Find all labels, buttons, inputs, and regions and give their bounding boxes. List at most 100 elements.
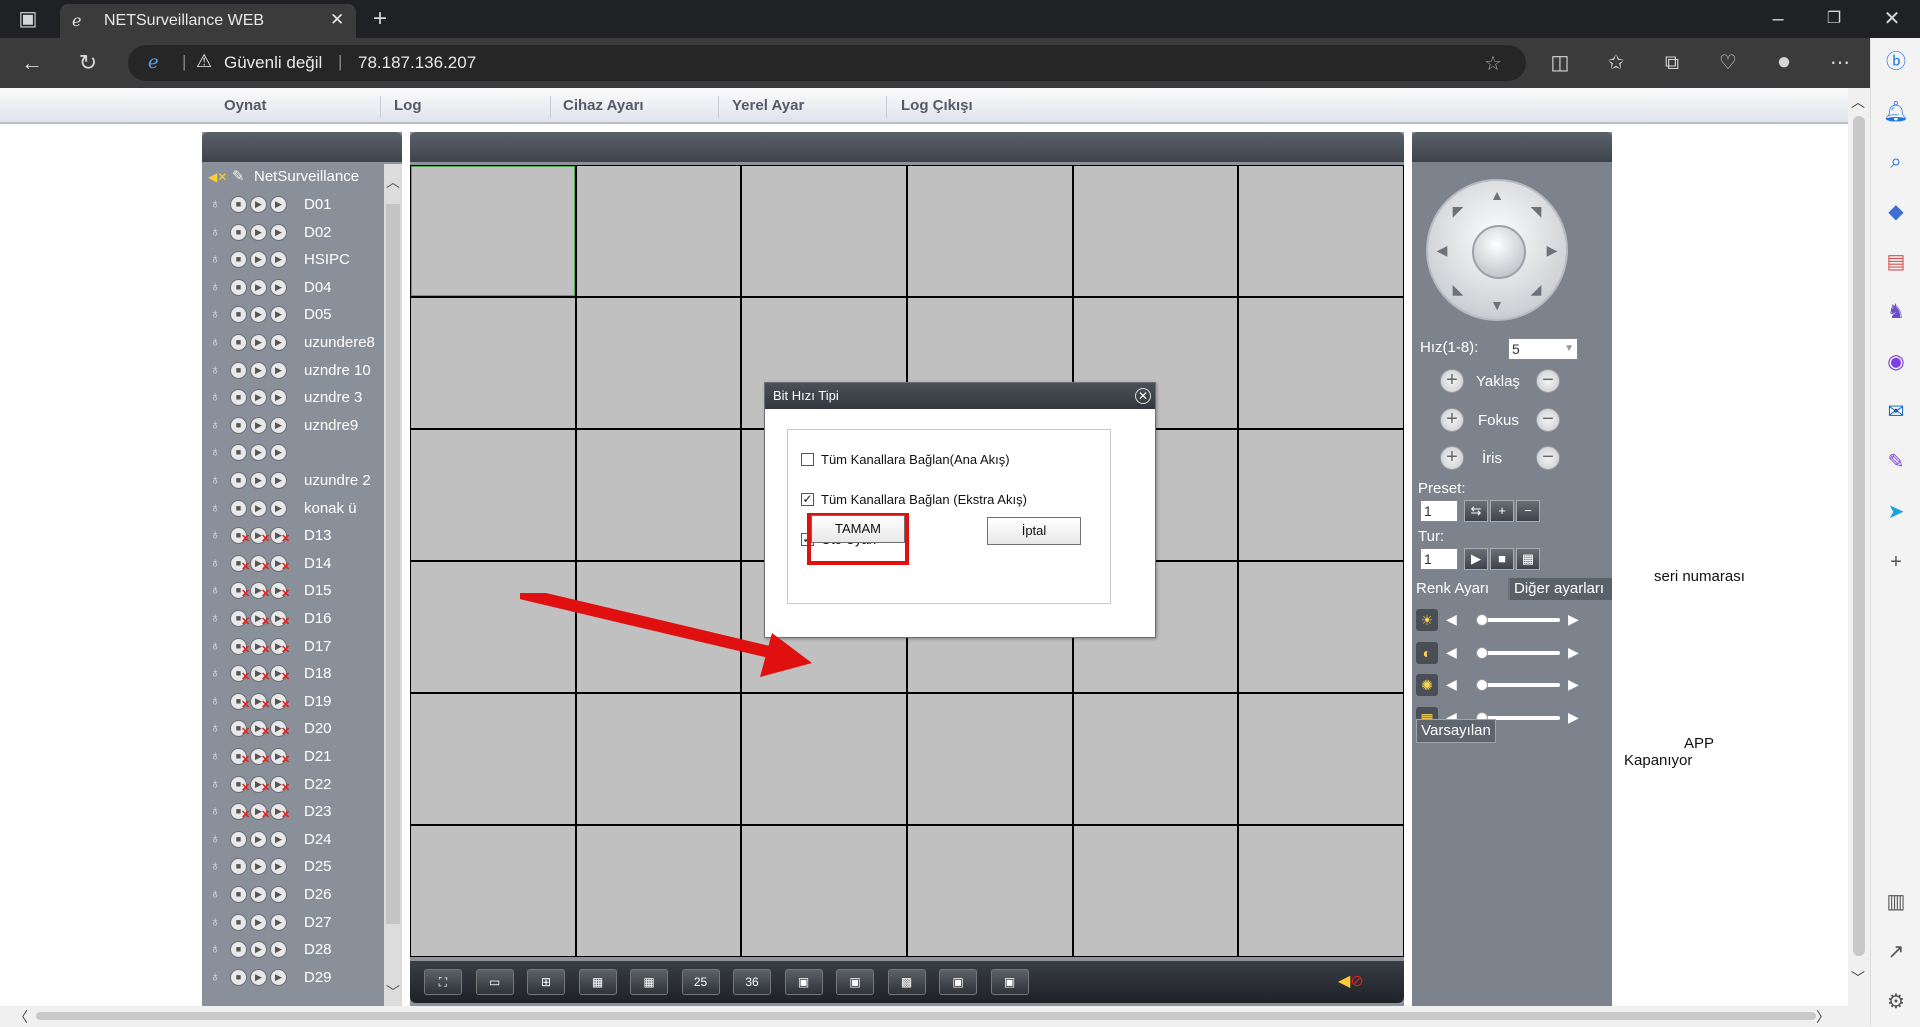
preset-add-button[interactable]: +	[1490, 500, 1514, 522]
microphone-icon[interactable]: ♁	[210, 499, 221, 515]
tab-color-settings[interactable]: Renk Ayarı	[1412, 578, 1508, 600]
video-cell[interactable]	[576, 826, 741, 956]
record-all-icon[interactable]: ▣	[939, 969, 977, 995]
video-cell[interactable]	[908, 694, 1072, 824]
tour-stop-button[interactable]: ■	[1490, 548, 1514, 570]
stream-icon[interactable]: ▶	[270, 278, 287, 296]
video-cell[interactable]	[411, 166, 575, 296]
default-button[interactable]: Varsayılan	[1416, 719, 1496, 743]
stream-icon[interactable]: ▶	[270, 251, 287, 269]
tour-grid-button[interactable]: ▦	[1516, 548, 1540, 570]
device-row[interactable]: ♁ ■ ▶ ▶ D02	[202, 219, 384, 246]
video-cell[interactable]	[411, 826, 575, 956]
increase-arrow-icon[interactable]: ▶	[1568, 709, 1579, 726]
decrease-arrow-icon[interactable]: ◀	[1446, 644, 1457, 661]
stream-icon[interactable]: ▶	[270, 196, 287, 213]
games-icon[interactable]: ♞	[1882, 298, 1910, 326]
video-cell[interactable]	[1239, 826, 1403, 956]
ptz-up-right-icon[interactable]: ◥	[1528, 203, 1544, 219]
quad-view-icon[interactable]: ⊞	[527, 969, 565, 995]
microphone-icon[interactable]: ♁	[210, 278, 221, 294]
increase-arrow-icon[interactable]: ▶	[1568, 611, 1579, 628]
window-close-icon[interactable]: ✕	[1878, 7, 1906, 31]
designer-icon[interactable]: ✎	[1882, 448, 1910, 476]
device-row[interactable]: ♁ ■ ▶ ▶ D26	[202, 881, 384, 908]
decrease-arrow-icon[interactable]: ◀	[1446, 611, 1457, 628]
ptz-up-left-icon[interactable]: ◤	[1450, 203, 1466, 219]
record-icon[interactable]: ■	[230, 913, 247, 931]
microphone-icon[interactable]: ♁	[210, 802, 221, 818]
decrease-arrow-icon[interactable]: ◀	[1446, 676, 1457, 693]
stream-icon[interactable]: ▶	[270, 499, 287, 517]
ptz-center-button[interactable]	[1472, 225, 1526, 279]
microphone-icon[interactable]: ♁	[210, 637, 221, 653]
video-cell[interactable]	[411, 298, 575, 428]
play-icon[interactable]: ▶	[250, 306, 267, 324]
microphone-icon[interactable]: ♁	[210, 471, 221, 487]
video-cell[interactable]	[411, 562, 575, 692]
profile-avatar-icon[interactable]: ●	[1770, 50, 1798, 74]
stream-icon[interactable]: ▶	[270, 941, 287, 959]
device-row[interactable]: ♁ ■ ✕ ▶ ✕ ▶ ✕ D17	[202, 633, 384, 660]
stream-icon[interactable]: ▶	[270, 830, 287, 848]
volume-mute-icon[interactable]: ◀⊘	[1338, 971, 1364, 991]
microphone-icon[interactable]: ♁	[210, 250, 221, 266]
page-vertical-scrollbar[interactable]: ︿ ﹀	[1848, 88, 1870, 1006]
video-cell[interactable]	[908, 166, 1072, 296]
microphone-icon[interactable]: ♁	[210, 554, 221, 570]
microphone-icon[interactable]: ♁	[210, 223, 221, 239]
device-row[interactable]: ♁ ■ ✕ ▶ ✕ ▶ ✕ D18	[202, 660, 384, 687]
slider-knob[interactable]	[1476, 614, 1488, 626]
search-icon[interactable]: ⌕	[1882, 148, 1910, 176]
video-cell[interactable]	[1073, 166, 1238, 296]
device-row[interactable]: ♁ ■ ▶ ▶ uzndre9	[202, 412, 384, 439]
microphone-icon[interactable]: ♁	[210, 333, 221, 349]
office-icon[interactable]: ◉	[1882, 348, 1910, 376]
device-row[interactable]: ♁ ■ ▶ ▶	[202, 439, 384, 466]
video-cell[interactable]	[1239, 694, 1403, 824]
scrollbar-thumb[interactable]	[36, 1012, 1816, 1020]
record-icon[interactable]: ■	[230, 361, 247, 379]
checkbox-extra-stream[interactable]: ✓	[801, 493, 814, 506]
scroll-down-icon[interactable]: ﹀	[1851, 968, 1865, 988]
device-row[interactable]: ♁ ■ ✕ ▶ ✕ ▶ ✕ D16	[202, 605, 384, 632]
play-icon[interactable]: ▶	[250, 251, 267, 269]
record-icon[interactable]: ■	[230, 858, 247, 876]
video-cell[interactable]	[576, 694, 741, 824]
restore-icon[interactable]: ❐	[1820, 7, 1848, 31]
record-icon[interactable]: ■	[230, 306, 247, 324]
device-row[interactable]: ♁ ■ ▶ ▶ D01	[202, 191, 384, 218]
scroll-down-icon[interactable]: ﹀	[386, 982, 400, 1002]
bell-icon[interactable]: 🔔︎	[1882, 98, 1910, 126]
record-icon[interactable]: ■	[230, 278, 247, 296]
ptz-direction-pad[interactable]: ▲ ▼ ◀ ▶ ◤ ◥ ◣ ◢	[1426, 179, 1568, 321]
sixteen-view-icon[interactable]: ▦	[630, 969, 668, 995]
microphone-icon[interactable]: ♁	[210, 692, 221, 708]
microphone-icon[interactable]: ♁	[210, 747, 221, 763]
cancel-button[interactable]: İptal	[987, 517, 1081, 545]
play-icon[interactable]: ▶	[250, 499, 267, 517]
play-icon[interactable]: ▶	[250, 223, 267, 241]
microphone-icon[interactable]: ♁	[210, 305, 221, 321]
device-row[interactable]: ♁ ■ ▶ ▶ D24	[202, 826, 384, 853]
stream-icon[interactable]: ▶	[270, 334, 287, 351]
play-icon[interactable]: ▶	[250, 389, 267, 407]
tab-actions-icon[interactable]: ▣	[14, 7, 42, 31]
close-tab-icon[interactable]: ✕	[330, 10, 344, 30]
increase-arrow-icon[interactable]: ▶	[1568, 676, 1579, 693]
ptz-right-icon[interactable]: ▶	[1544, 242, 1560, 258]
favorite-star-icon[interactable]: ☆	[1484, 51, 1502, 76]
scrollbar-thumb[interactable]	[1853, 116, 1865, 956]
microphone-icon[interactable]: ♁	[210, 968, 221, 984]
device-row[interactable]: ♁ ■ ▶ ▶ uzundere8	[202, 329, 384, 356]
scroll-left-icon[interactable]: 〈	[14, 1007, 28, 1027]
preset-goto-button[interactable]: ⇆	[1464, 500, 1488, 522]
video-cell[interactable]	[411, 694, 575, 824]
iris-open-button[interactable]: +	[1440, 446, 1464, 470]
security-label[interactable]: Güvenli değil	[224, 53, 322, 73]
device-row[interactable]: ♁ ■ ▶ ▶ HSIPC	[202, 246, 384, 273]
video-cell[interactable]	[1073, 826, 1238, 956]
device-row[interactable]: ♁ ■ ✕ ▶ ✕ ▶ ✕ D23	[202, 798, 384, 825]
stream-icon[interactable]: ▶	[270, 968, 287, 986]
device-row[interactable]: ♁ ■ ▶ ▶ uzundre 2	[202, 467, 384, 494]
